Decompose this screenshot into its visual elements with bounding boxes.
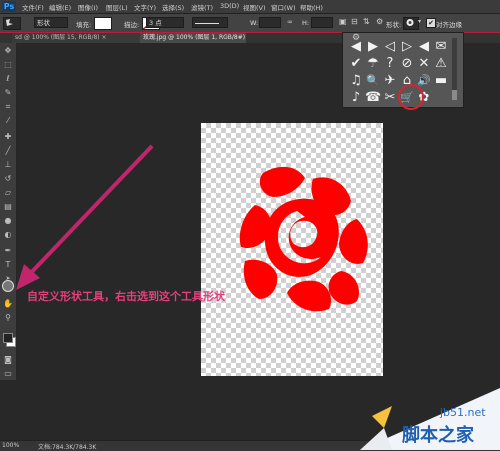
- shape-umbrella[interactable]: ☂: [365, 56, 381, 72]
- move-tool-icon[interactable]: ✥: [3, 46, 13, 56]
- eyedropper-tool-icon[interactable]: ⁄: [3, 116, 13, 126]
- chevron-down-icon[interactable]: ▾: [418, 18, 421, 25]
- height-label: H:: [302, 19, 310, 27]
- menu-edit[interactable]: 编辑(E): [49, 2, 71, 12]
- path-alignment-icon[interactable]: ⊟: [351, 17, 358, 26]
- menu-help[interactable]: 帮助(H): [300, 2, 323, 12]
- link-icon[interactable]: ∞: [287, 18, 293, 26]
- tool-mode-select[interactable]: 形状: [34, 17, 68, 28]
- type-tool-icon[interactable]: T: [3, 260, 13, 270]
- width-label: W:: [250, 19, 259, 27]
- shape-picker-button[interactable]: [403, 17, 419, 30]
- shape-label: 形状:: [386, 21, 402, 29]
- foreground-color-swatch[interactable]: [3, 333, 13, 343]
- fill-swatch[interactable]: [94, 17, 112, 30]
- path-arrangement-icon[interactable]: ⇅: [363, 17, 370, 26]
- annotation-text: 自定义形状工具，右击选到这个工具形状: [27, 290, 225, 303]
- menu-select[interactable]: 选择(S): [162, 2, 184, 12]
- hand-tool-icon[interactable]: ✋: [3, 299, 13, 309]
- fill-label: 填充:: [76, 21, 92, 29]
- zoom-level[interactable]: 100%: [2, 442, 19, 449]
- shape-question[interactable]: ?: [382, 56, 398, 72]
- stroke-width-field[interactable]: 3 点: [146, 17, 184, 28]
- watermark-site-name: 脚本之家: [402, 425, 474, 446]
- height-field[interactable]: [311, 17, 333, 28]
- menu-filter[interactable]: 滤镜(T): [191, 2, 213, 12]
- shape-phone[interactable]: ☎: [365, 90, 381, 106]
- custom-shape-icon: [6, 19, 13, 26]
- pen-tool-icon[interactable]: ✒: [3, 246, 13, 256]
- history-brush-tool-icon[interactable]: ↺: [3, 174, 13, 184]
- menu-file[interactable]: 文件(F): [22, 2, 44, 12]
- shape-airplane[interactable]: ✈: [382, 73, 398, 89]
- menu-window[interactable]: 窗口(W): [271, 2, 296, 12]
- picker-scrollbar-thumb[interactable]: [452, 90, 457, 100]
- geometry-settings-icon[interactable]: ⚙: [376, 17, 383, 26]
- menu-view[interactable]: 视图(V): [243, 2, 266, 12]
- menu-3d[interactable]: 3D(D): [220, 2, 239, 10]
- shape-envelope[interactable]: ✉: [433, 39, 449, 55]
- options-bar: 形状 填充: 描边: 3 点 W: ∞ H: ▣ ⊟ ⇅ ⚙ 形状: ▾ ✔ 对…: [0, 14, 500, 34]
- dodge-tool-icon[interactable]: ◐: [3, 230, 13, 240]
- menu-image[interactable]: 图像(I): [78, 2, 98, 12]
- shape-arrow-left-solid[interactable]: ◀: [416, 39, 432, 55]
- lasso-tool-icon[interactable]: ℓ: [3, 74, 13, 84]
- eraser-tool-icon[interactable]: ▱: [3, 188, 13, 198]
- brush-tool-icon[interactable]: ╱: [3, 146, 13, 156]
- gradient-tool-icon[interactable]: ▤: [3, 202, 13, 212]
- shape-music-notes[interactable]: ♫: [348, 73, 364, 89]
- rose-icon: [406, 19, 414, 26]
- zoom-tool-icon[interactable]: ⚲: [3, 313, 13, 323]
- align-edges-label: 对齐边缘: [436, 21, 462, 29]
- width-field[interactable]: [259, 17, 281, 28]
- menu-layer[interactable]: 图层(L): [106, 2, 128, 12]
- shape-scissors[interactable]: ✂: [382, 90, 398, 106]
- quick-mask-icon[interactable]: ◙: [3, 355, 13, 365]
- blur-tool-icon[interactable]: ●: [3, 216, 13, 226]
- tools-panel: ✥ ⬚ ℓ ✎ ⌗ ⁄ ✚ ╱ ⊥ ↺ ▱ ▤ ● ◐ ✒ T ➤ ✋ ⚲ ◙ …: [0, 43, 17, 380]
- tool-preset-picker[interactable]: [3, 17, 21, 30]
- shape-magnifier[interactable]: 🔍: [365, 73, 381, 89]
- photoshop-logo: Ps: [2, 1, 16, 12]
- document-canvas[interactable]: [201, 123, 383, 376]
- menu-type[interactable]: 文字(Y): [134, 2, 156, 12]
- align-edges-checkbox[interactable]: ✔: [426, 18, 436, 28]
- menu-bar: Ps 文件(F) 编辑(E) 图像(I) 图层(L) 文字(Y) 选择(S) 滤…: [0, 0, 500, 14]
- healing-brush-tool-icon[interactable]: ✚: [3, 132, 13, 142]
- shape-music-note[interactable]: ♪: [348, 90, 364, 106]
- gear-icon[interactable]: ⚙: [352, 33, 362, 43]
- stroke-type-line: [195, 22, 219, 24]
- shape-arrow-right-outline[interactable]: ▷: [399, 39, 415, 55]
- shape-bar[interactable]: ▬: [433, 73, 449, 89]
- path-operations-icon[interactable]: ▣: [339, 17, 347, 26]
- shape-arrow-right-circle[interactable]: ▶: [365, 39, 381, 55]
- marquee-tool-icon[interactable]: ⬚: [3, 60, 13, 70]
- crop-tool-icon[interactable]: ⌗: [3, 102, 13, 112]
- tab-document-rose[interactable]: 玫瑰.jpg @ 100% (图层 1, RGB/8#) * ×: [140, 33, 246, 43]
- custom-shape-tool-icon[interactable]: [2, 280, 14, 292]
- rose-shape: [239, 166, 368, 312]
- tab-document-sd[interactable]: sd @ 100% (图层 15, RGB/8) ×: [12, 33, 141, 43]
- shape-arrow-left-outline[interactable]: ◁: [382, 39, 398, 55]
- shape-cross[interactable]: ✕: [416, 56, 432, 72]
- selected-shape-highlight: [398, 84, 424, 110]
- shape-checkmark[interactable]: ✔: [348, 56, 364, 72]
- shape-warning[interactable]: ⚠: [433, 56, 449, 72]
- screen-mode-icon[interactable]: ▭: [3, 369, 13, 379]
- stroke-label: 描边:: [124, 21, 140, 29]
- clone-stamp-tool-icon[interactable]: ⊥: [3, 160, 13, 170]
- watermark-url: jb51.net: [440, 406, 486, 419]
- quick-select-tool-icon[interactable]: ✎: [3, 88, 13, 98]
- shape-no-symbol[interactable]: ⊘: [399, 56, 415, 72]
- stroke-type-select[interactable]: [192, 17, 228, 28]
